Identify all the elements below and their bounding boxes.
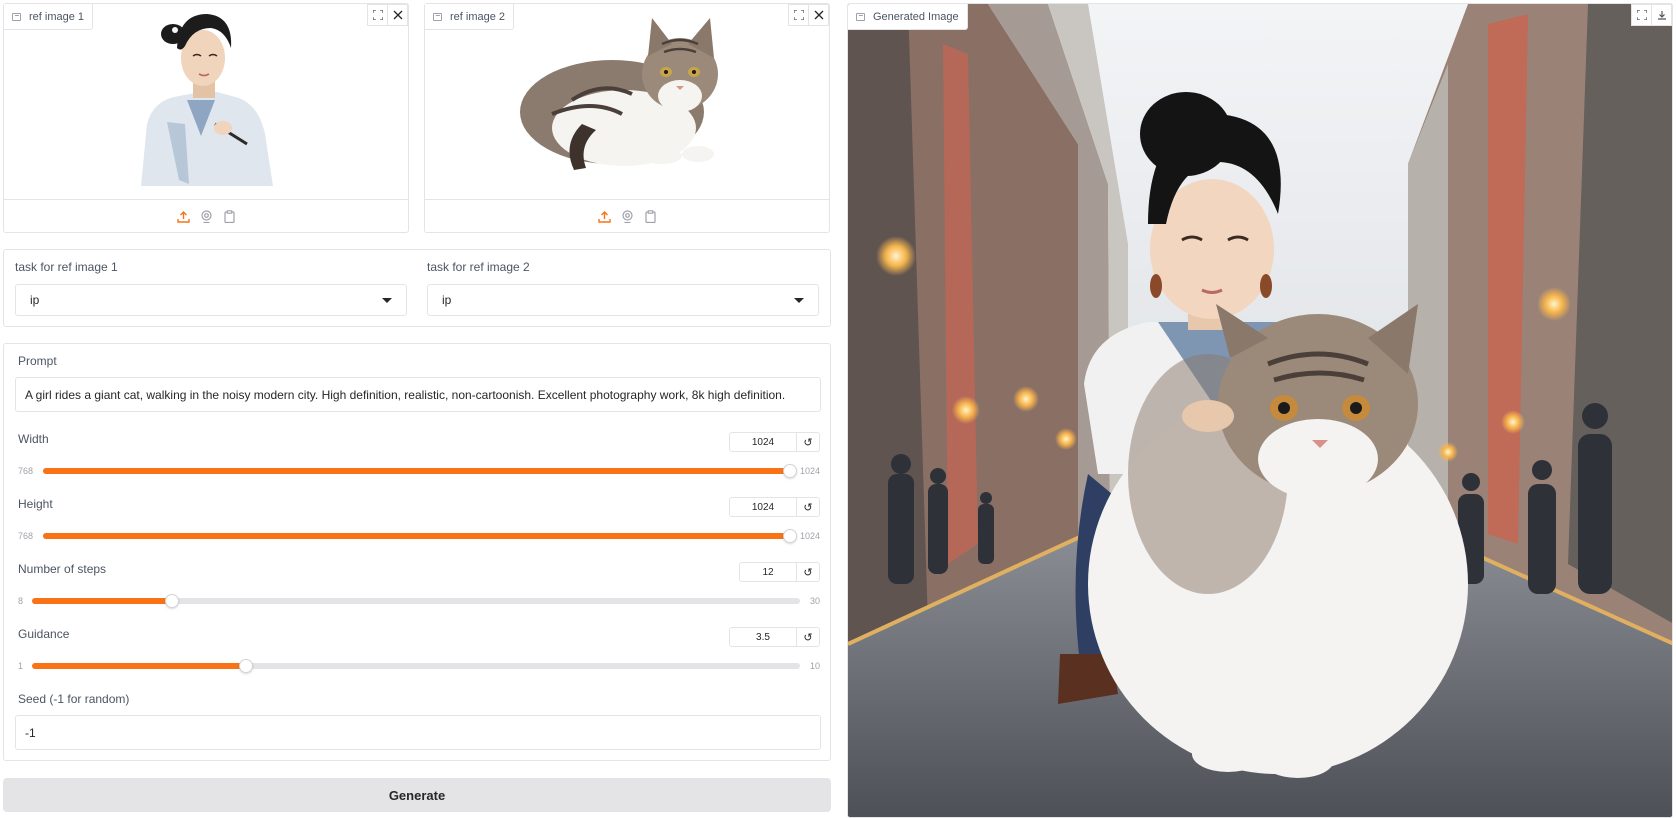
reset-icon[interactable]: ↺ <box>797 497 820 517</box>
task-2-select[interactable]: ip <box>427 284 819 316</box>
prompt-input[interactable]: A girl rides a giant cat, walking in the… <box>15 377 821 412</box>
width-label: Width <box>18 432 49 446</box>
guidance-label: Guidance <box>18 627 70 641</box>
reset-icon[interactable]: ↺ <box>797 627 820 647</box>
guidance-number-group: 3.5 ↺ <box>729 627 820 647</box>
ref-image-2-label: ref image 2 <box>425 4 515 30</box>
steps-number-group: 12 ↺ <box>739 562 820 582</box>
steps-number-input[interactable]: 12 <box>739 562 797 582</box>
ref-image-2-actions <box>788 4 829 26</box>
guidance-slider-row: 1 10 <box>18 659 820 673</box>
steps-slider[interactable] <box>32 594 800 608</box>
fullscreen-icon[interactable] <box>1631 4 1652 26</box>
width-max: 1024 <box>799 466 820 476</box>
chevron-down-icon <box>382 297 392 303</box>
steps-slider-thumb[interactable] <box>164 594 179 608</box>
width-number-group: 1024 ↺ <box>729 432 820 452</box>
generate-button[interactable]: Generate <box>3 778 831 812</box>
settings-panel: Prompt A girl rides a giant cat, walking… <box>3 343 831 761</box>
ref-image-1-drop-area[interactable] <box>4 4 408 186</box>
chevron-down-icon <box>794 297 804 303</box>
height-slider[interactable] <box>43 529 797 543</box>
prompt-label: Prompt <box>18 354 57 368</box>
task-2-label: task for ref image 2 <box>427 260 530 274</box>
close-icon[interactable] <box>808 4 829 26</box>
height-slider-thumb[interactable] <box>783 529 797 543</box>
seed-input[interactable]: -1 <box>15 715 821 750</box>
guidance-slider-thumb[interactable] <box>238 659 253 673</box>
width-slider[interactable] <box>43 464 797 478</box>
image-icon <box>12 12 21 21</box>
height-slider-fill <box>43 533 790 539</box>
generated-image <box>848 4 1672 817</box>
steps-label: Number of steps <box>18 562 107 576</box>
guidance-slider[interactable] <box>32 659 800 673</box>
ref-image-1-preview <box>131 4 281 186</box>
width-number-input[interactable]: 1024 <box>729 432 797 452</box>
width-slider-thumb[interactable] <box>783 464 797 478</box>
ref-image-2-drop-area[interactable] <box>425 4 829 186</box>
height-number-input[interactable]: 1024 <box>729 497 797 517</box>
generated-image-actions <box>1631 4 1672 26</box>
webcam-icon[interactable] <box>621 209 634 223</box>
guidance-slider-fill <box>32 663 246 669</box>
task-1-value: ip <box>30 293 40 307</box>
reset-icon[interactable]: ↺ <box>797 432 820 452</box>
width-slider-row: 768 1024 <box>18 464 820 478</box>
task-panel: task for ref image 1 ip task for ref ima… <box>3 249 831 327</box>
ref-image-2-panel: ref image 2 <box>424 3 830 233</box>
image-icon <box>856 12 865 21</box>
height-label: Height <box>18 497 53 511</box>
generated-image-label: Generated Image <box>848 4 968 30</box>
height-min: 768 <box>18 531 34 541</box>
width-min: 768 <box>18 466 34 476</box>
upload-icon[interactable] <box>597 210 611 223</box>
steps-min: 8 <box>18 596 24 606</box>
task-1-label: task for ref image 1 <box>15 260 118 274</box>
steps-slider-fill <box>32 598 172 604</box>
ref-image-1-actions <box>367 4 408 26</box>
width-slider-fill <box>43 468 790 474</box>
clipboard-icon[interactable] <box>223 209 236 223</box>
download-icon[interactable] <box>1651 4 1672 26</box>
seed-label: Seed (-1 for random) <box>18 692 130 706</box>
height-max: 1024 <box>799 531 820 541</box>
steps-max: 30 <box>809 596 820 606</box>
guidance-min: 1 <box>18 661 24 671</box>
webcam-icon[interactable] <box>200 209 213 223</box>
fullscreen-icon[interactable] <box>788 4 809 26</box>
reset-icon[interactable]: ↺ <box>797 562 820 582</box>
upload-icon[interactable] <box>176 210 190 223</box>
task-1-select[interactable]: ip <box>15 284 407 316</box>
steps-slider-row: 8 30 <box>18 594 820 608</box>
ref-image-2-sources <box>425 199 829 232</box>
generated-image-panel: Generated Image <box>847 3 1673 818</box>
clipboard-icon[interactable] <box>644 209 657 223</box>
close-icon[interactable] <box>387 4 408 26</box>
task-2-value: ip <box>442 293 452 307</box>
guidance-max: 10 <box>809 661 820 671</box>
ref-image-1-sources <box>4 199 408 232</box>
fullscreen-icon[interactable] <box>367 4 388 26</box>
image-icon <box>433 12 442 21</box>
ref-image-1-label: ref image 1 <box>4 4 94 30</box>
height-number-group: 1024 ↺ <box>729 497 820 517</box>
guidance-number-input[interactable]: 3.5 <box>729 627 797 647</box>
ref-image-1-panel: ref image 1 <box>3 3 409 233</box>
ref-image-2-preview <box>512 4 742 186</box>
height-slider-row: 768 1024 <box>18 529 820 543</box>
